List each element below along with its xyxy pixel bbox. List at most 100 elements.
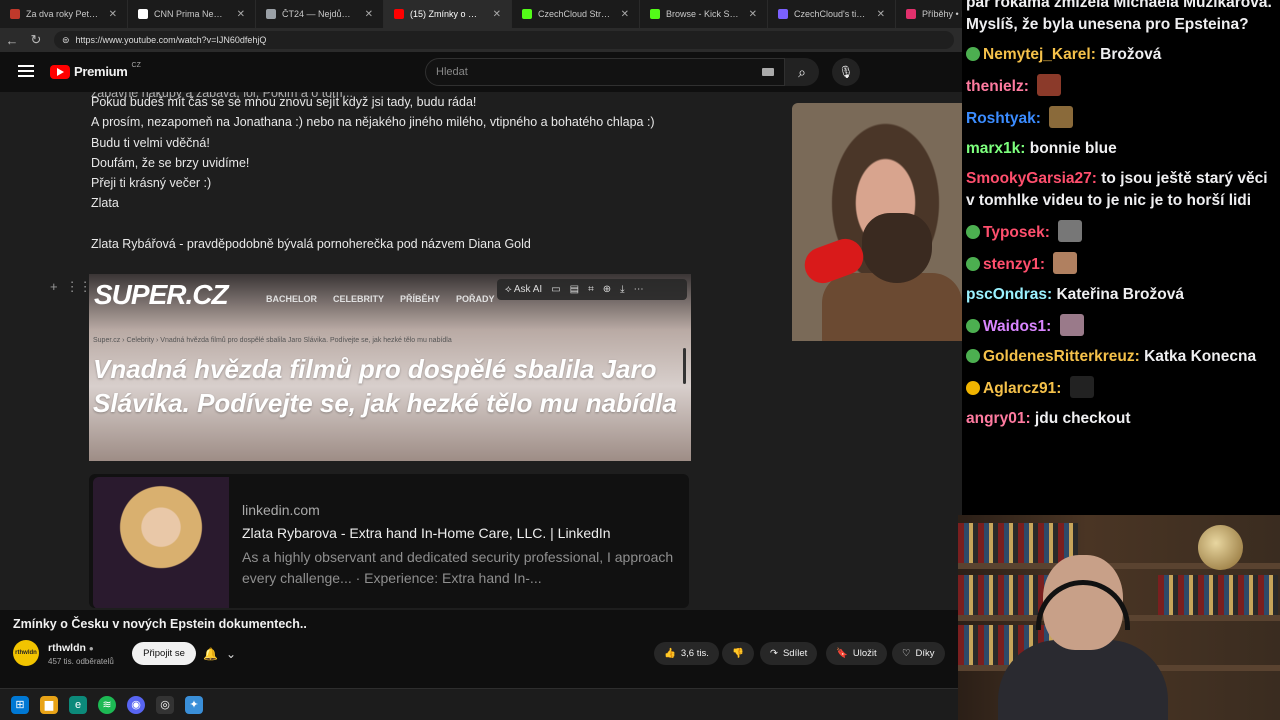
- comment-icon[interactable]: ▭: [551, 284, 560, 295]
- channel-avatar[interactable]: rthwldn: [13, 640, 39, 666]
- browser-tab[interactable]: ČT24 — Nejdůvěryhodn ✕: [256, 0, 384, 28]
- chat-message: Typosek:: [966, 220, 1272, 244]
- sub-badge-icon: [966, 319, 980, 333]
- chat-message: angry01: jdu checkout: [966, 410, 1131, 427]
- add-block-icon[interactable]: +: [50, 279, 58, 295]
- emote-icon: [1058, 220, 1083, 242]
- close-tab-icon[interactable]: ✕: [365, 9, 373, 20]
- chat-text: Katka Konecna: [1144, 348, 1257, 365]
- search-input[interactable]: Hledat: [425, 58, 785, 86]
- link-preview-card[interactable]: linkedin.com Zlata Rybarova - Extra hand…: [89, 474, 689, 608]
- close-tab-icon[interactable]: ✕: [877, 9, 885, 20]
- app-icon[interactable]: ✦: [185, 695, 203, 714]
- join-button[interactable]: Připojit se: [132, 642, 196, 665]
- chat-username[interactable]: stenzy1: [983, 256, 1040, 273]
- back-icon[interactable]: ←: [0, 33, 24, 48]
- chat-username[interactable]: marx1k: [966, 140, 1020, 157]
- text-line: Doufám, že se brzy uvidíme!: [91, 155, 250, 170]
- like-button[interactable]: 👍 3,6 tis.: [654, 642, 719, 665]
- notification-button[interactable]: 🔔 ⌄: [203, 643, 251, 664]
- voice-search-button[interactable]: 🎙: [832, 58, 860, 86]
- youtube-header: Premium CZ Hledat ⌕ 🎙: [0, 52, 962, 92]
- chat-username[interactable]: Aglarcz91: [983, 380, 1056, 397]
- emote-icon: [1049, 106, 1074, 128]
- chat-message: stenzy1:: [966, 252, 1272, 276]
- keyboard-icon[interactable]: [762, 68, 774, 76]
- emote-icon: [1059, 314, 1084, 336]
- caption-icon[interactable]: ▤: [570, 284, 579, 295]
- discord-icon[interactable]: ◉: [127, 695, 145, 714]
- tab-favicon-icon: [138, 9, 148, 19]
- chat-username[interactable]: SmookyGarsia27: [966, 170, 1092, 187]
- document-text: Pokud budeš mít čas se se mnou znovu sej…: [91, 92, 731, 254]
- chat-username[interactable]: Typosek: [983, 224, 1045, 241]
- streamer-webcam: [958, 515, 1280, 720]
- tab-title: CzechCloud's tipping pa: [794, 9, 867, 19]
- chat-username[interactable]: angry01: [966, 410, 1025, 427]
- card-domain: linkedin.com: [242, 502, 320, 518]
- zoom-icon[interactable]: ⊕: [603, 284, 611, 295]
- browser-tab[interactable]: CzechCloud Stream - W ✕: [512, 0, 640, 28]
- tab-title: CzechCloud Stream - W: [538, 9, 611, 19]
- chat-username[interactable]: Waidos1: [983, 318, 1046, 335]
- close-tab-icon[interactable]: ✕: [621, 9, 629, 20]
- address-bar-row: ← ↻ ⊜ https://www.youtube.com/watch?v=IJ…: [0, 28, 962, 52]
- edge-icon[interactable]: e: [69, 695, 87, 714]
- save-button[interactable]: 🔖 Uložit: [826, 642, 887, 665]
- browser-tab[interactable]: Za dva roky Petr Pavel n ✕: [0, 0, 128, 28]
- close-tab-icon[interactable]: ✕: [749, 9, 757, 20]
- thumbs-up-icon: 👍: [664, 648, 676, 659]
- dislike-button[interactable]: 👎: [722, 642, 754, 665]
- browser-tab[interactable]: Příběhy • Instagr✕: [896, 0, 962, 28]
- url-text: https://www.youtube.com/watch?v=IJN60dfe…: [75, 35, 267, 45]
- obs-icon[interactable]: ◎: [156, 695, 174, 714]
- site-info-icon[interactable]: ⊜: [62, 35, 70, 46]
- close-tab-icon[interactable]: ✕: [109, 9, 117, 20]
- download-icon[interactable]: ⤓: [620, 284, 624, 295]
- chat-message: pár rokama zmizela Michaela Muzikářová. …: [966, 0, 1272, 33]
- text-line: Přeji ti krásný večer :): [91, 176, 212, 191]
- verified-icon: ●: [88, 644, 94, 653]
- channel-name[interactable]: rthwldn ●: [48, 642, 94, 654]
- text-line: Budu ti velmi vděčná!: [91, 135, 210, 150]
- chat-message: Aglarcz91:: [966, 376, 1272, 400]
- scrollbar[interactable]: [683, 348, 686, 384]
- chat-message: GoldenesRitterkreuz: Katka Konecna: [966, 346, 1272, 368]
- thanks-icon: ♡: [902, 648, 911, 659]
- card-description: As a highly observant and dedicated secu…: [242, 549, 674, 586]
- file-explorer-icon[interactable]: ▆: [40, 695, 58, 714]
- chat-username[interactable]: Nemytej_Karel: [983, 46, 1091, 63]
- more-icon[interactable]: ⋯: [634, 284, 644, 295]
- chat-username[interactable]: GoldenesRitterkreuz: [983, 348, 1135, 365]
- browser-tab[interactable]: CNN Prima News HD Sk ✕: [128, 0, 256, 28]
- emote-icon: [1069, 376, 1094, 398]
- youtube-logo[interactable]: Premium CZ: [50, 62, 141, 79]
- close-tab-icon[interactable]: ✕: [493, 9, 501, 20]
- chat-username[interactable]: pscOndras: [966, 286, 1047, 303]
- chat-message: thenielz:: [966, 74, 1272, 98]
- chat-message: SmookyGarsia27: to jsou ještě starý věci…: [966, 170, 1268, 209]
- card-title[interactable]: Zlata Rybarova - Extra hand In-Home Care…: [242, 525, 611, 541]
- chat-username[interactable]: Roshtyak: [966, 110, 1036, 127]
- menu-icon[interactable]: [18, 65, 34, 80]
- browser-tab[interactable]: (15) Zmínky o Česku ✕: [384, 0, 512, 28]
- chat-username[interactable]: thenielz: [966, 78, 1024, 95]
- crop-icon[interactable]: ⌗: [588, 284, 594, 295]
- thumbs-down-icon: 👎: [732, 648, 744, 659]
- ask-ai-button[interactable]: ⟡ Ask AI: [505, 284, 542, 295]
- drag-handle-icon[interactable]: ⋮⋮: [66, 279, 92, 295]
- block-handle[interactable]: + ⋮⋮: [50, 279, 92, 295]
- close-tab-icon[interactable]: ✕: [237, 9, 245, 20]
- thanks-button[interactable]: ♡ Díky: [892, 642, 945, 665]
- search-button[interactable]: ⌕: [785, 58, 819, 86]
- tab-favicon-icon: [522, 9, 532, 19]
- start-icon[interactable]: ⊞: [11, 695, 29, 714]
- spotify-icon[interactable]: ≋: [98, 695, 116, 714]
- share-button[interactable]: ↷ Sdílet: [760, 642, 818, 665]
- browser-tab[interactable]: Browse - Kick Streaming ✕: [640, 0, 768, 28]
- browser-tab[interactable]: CzechCloud's tipping pa ✕: [768, 0, 896, 28]
- logo-country: CZ: [131, 62, 141, 69]
- chat-message: marx1k: bonnie blue: [966, 140, 1117, 157]
- reload-icon[interactable]: ↻: [24, 32, 48, 48]
- url-field[interactable]: ⊜ https://www.youtube.com/watch?v=IJN60d…: [54, 31, 954, 49]
